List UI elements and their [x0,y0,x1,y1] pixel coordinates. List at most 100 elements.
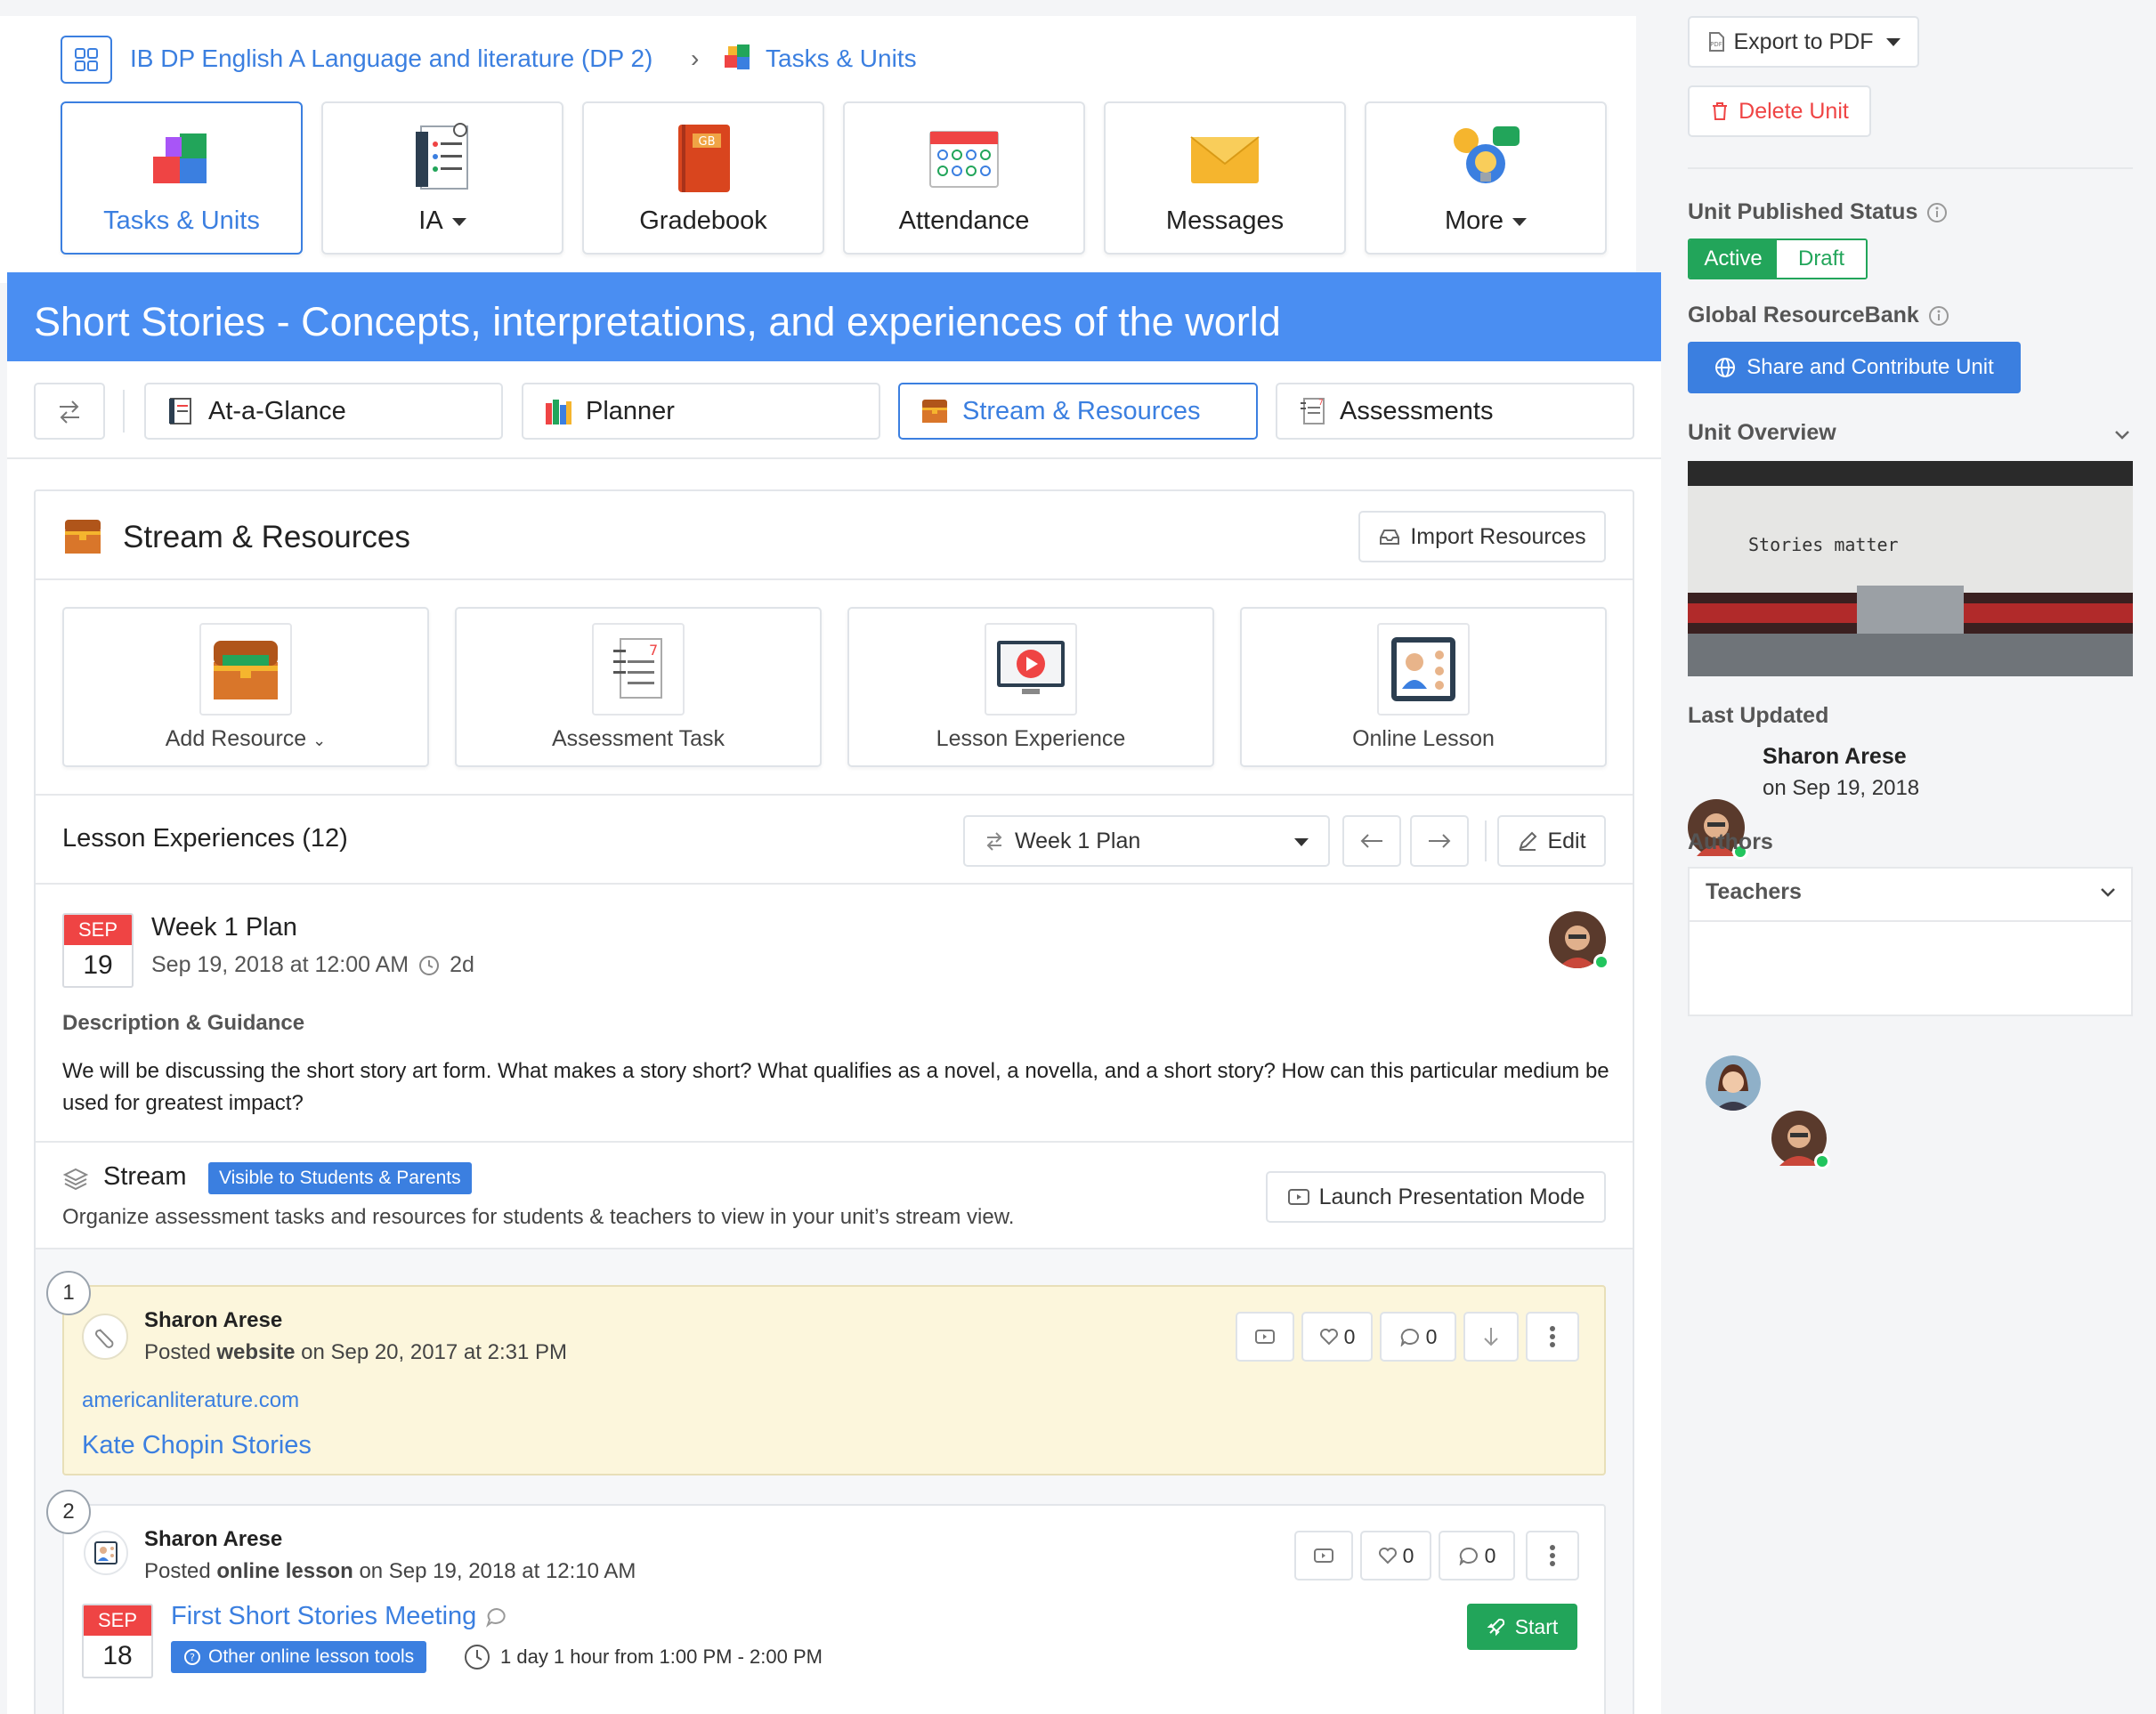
rocket-icon [1487,1618,1504,1637]
post-more-button[interactable] [1526,1531,1579,1581]
lesson-date-badge: SEP 18 [82,1604,153,1678]
comment-icon [1459,1547,1478,1565]
nav-attendance[interactable]: Attendance [843,101,1085,255]
next-plan-button[interactable] [1410,815,1469,867]
share-contribute-button[interactable]: Share and Contribute Unit [1688,342,2021,393]
teacher-avatar[interactable] [1706,1055,1761,1111]
start-lesson-button[interactable]: Start [1467,1604,1577,1650]
treasure-chest-icon [65,520,101,554]
plan-select[interactable]: Week 1 Plan [963,815,1330,867]
presentation-icon [1287,1189,1309,1205]
arrow-down-icon [1484,1328,1498,1346]
nav-tasks-units[interactable]: Tasks & Units [61,101,303,255]
typewriter-photo [1688,461,2133,676]
launch-presentation-button[interactable]: Launch Presentation Mode [1266,1171,1606,1223]
puzzle-icon [153,133,207,183]
swap-arrows-icon [60,400,79,424]
previous-plan-button[interactable] [1342,815,1401,867]
unit-overview-image: Stories matter [1688,461,2133,676]
post-author: Sharon Arese [144,1527,283,1551]
nav-more[interactable]: More [1365,101,1607,255]
attendance-calendar-icon [929,131,999,188]
presentation-icon [1255,1330,1275,1344]
author-avatar[interactable] [1549,911,1609,970]
unit-title: Short Stories - Concepts, interpretation… [34,299,1281,344]
date-day: 18 [102,1641,133,1670]
info-icon [1928,305,1949,326]
online-lesson-tile[interactable]: Online Lesson [1240,607,1607,767]
date-day: 19 [83,950,113,980]
video-play-icon [997,641,1065,694]
apps-menu-button[interactable] [61,36,112,84]
breadcrumb-current[interactable]: Tasks & Units [766,44,917,73]
last-updated-heading: Last Updated [1688,703,1829,728]
post-number: 1 [46,1271,91,1315]
like-button[interactable]: 0 [1301,1312,1373,1362]
import-resources-button[interactable]: Import Resources [1358,511,1606,562]
trash-icon [1713,102,1728,120]
export-pdf-button[interactable]: PDF Export to PDF [1688,16,1919,68]
assessment-task-tile[interactable]: 7 Assessment Task [455,607,822,767]
checklist-icon [416,123,468,190]
video-call-icon [94,1541,118,1564]
plan-description: We will be discussing the short story ar… [62,1059,1609,1115]
status-draft-option[interactable]: Draft [1777,240,1866,278]
chevron-down-icon[interactable] [2099,886,2117,899]
present-post-button[interactable] [1236,1312,1294,1362]
assessment-doc-icon: 7 [613,638,662,699]
breadcrumb-course-link[interactable]: IB DP English A Language and literature … [130,44,652,73]
pdf-file-icon: PDF [1708,32,1724,52]
link-title[interactable]: Kate Chopin Stories [82,1431,312,1460]
overview-heading: Unit Overview [1688,420,1836,445]
nav-label: Tasks & Units [103,206,260,235]
chevron-down-icon [1885,37,1901,46]
lesson-tool-badge: ? Other online lesson tools [171,1641,427,1673]
nav-ia[interactable]: IA [321,101,563,255]
published-heading: Unit Published Status [1688,199,1918,224]
comment-button[interactable]: 0 [1439,1531,1515,1581]
nav-label: Attendance [898,206,1030,235]
video-call-icon [1391,637,1455,701]
move-down-button[interactable] [1463,1312,1519,1362]
tab-stream-resources[interactable]: Stream & Resources [898,383,1258,440]
chevron-down-icon[interactable] [2113,429,2131,441]
present-post-button[interactable] [1294,1531,1353,1581]
lesson-title-link[interactable]: First Short Stories Meeting [171,1602,476,1631]
delete-unit-button[interactable]: Delete Unit [1688,85,1871,137]
post-more-button[interactable] [1526,1312,1579,1362]
comment-button[interactable]: 0 [1380,1312,1456,1362]
nav-gradebook[interactable]: GB Gradebook [582,101,824,255]
more-vertical-icon [1550,1545,1555,1566]
divider [36,578,1633,580]
like-button[interactable]: 0 [1360,1531,1431,1581]
lightbulb-chat-icon [1454,126,1520,183]
teacher-avatar[interactable] [1771,1111,1830,1169]
tile-label: Lesson Experience [936,726,1126,751]
divider [1690,920,2131,922]
tile-label: Assessment Task [551,726,725,751]
start-label: Start [1514,1614,1559,1638]
tab-at-a-glance[interactable]: At-a-Glance [144,383,503,440]
status-active-option[interactable]: Active [1690,240,1777,278]
tab-assessments[interactable]: 7 Assessments [1276,383,1634,440]
arrow-left-icon [1360,834,1382,848]
nav-messages[interactable]: Messages [1104,101,1346,255]
toggle-sidebar-button[interactable] [34,383,105,440]
link-domain[interactable]: americanliterature.com [82,1388,299,1413]
heart-icon [1378,1548,1397,1564]
add-resource-tile[interactable]: Add Resource ⌄ [62,607,429,767]
chevron-down-icon [1294,838,1309,846]
plan-datetime: Sep 19, 2018 at 12:00 AM [151,952,409,977]
nav-label: Gradebook [639,206,767,235]
clock-icon [465,1645,490,1670]
lesson-experience-tile[interactable]: Lesson Experience [847,607,1214,767]
tab-planner[interactable]: Planner [522,383,880,440]
tab-label: Assessments [1340,396,1494,425]
divider [36,794,1633,796]
lesson-time: 1 day 1 hour from 1:00 PM - 2:00 PM [500,1645,823,1668]
arrow-right-icon [1429,834,1451,848]
post-number: 2 [46,1490,91,1534]
edit-plan-button[interactable]: Edit [1497,815,1606,867]
share-label: Share and Contribute Unit [1747,355,1994,379]
export-label: Export to PDF [1733,28,1874,54]
